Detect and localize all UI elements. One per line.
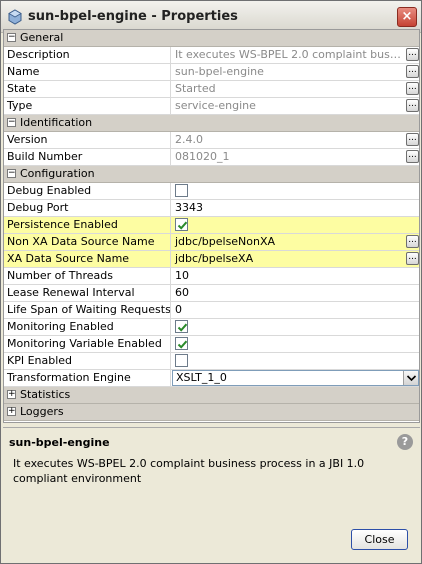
collapse-icon[interactable]: − — [7, 169, 16, 178]
close-button[interactable]: Close — [351, 529, 408, 550]
category-statistics[interactable]: + Statistics — [4, 387, 419, 404]
category-label: Statistics — [20, 388, 71, 401]
property-value[interactable]: jdbc/bpelseXA — [172, 251, 419, 267]
property-value: Started — [175, 82, 216, 95]
category-label: General — [20, 31, 64, 44]
category-label: Loggers — [20, 405, 64, 418]
property-row-transformation-engine[interactable]: Transformation Engine XSLT_1_0 — [4, 370, 419, 387]
properties-window: sun-bpel-engine - Properties × − General… — [0, 0, 422, 564]
property-name: Persistence Enabled — [4, 217, 171, 233]
property-name: Type — [4, 98, 171, 114]
check-icon — [177, 221, 188, 230]
property-value: 2.4.0 — [175, 133, 203, 146]
property-value: It executes WS-BPEL 2.0 complaint busine… — [175, 48, 401, 61]
monitoring-enabled-checkbox[interactable] — [175, 320, 188, 333]
property-row-non-xa-data-source[interactable]: Non XA Data Source Name jdbc/bpelseNonXA… — [4, 234, 419, 251]
property-name: Monitoring Enabled — [4, 319, 171, 335]
property-name: Non XA Data Source Name — [4, 234, 171, 250]
ellipsis-button[interactable]: ... — [406, 48, 419, 61]
property-row-build-number[interactable]: Build Number 081020_1 ... — [4, 149, 419, 166]
category-label: Configuration — [20, 167, 95, 180]
ellipsis-button[interactable]: ... — [406, 82, 419, 95]
ellipsis-button[interactable]: ... — [406, 235, 419, 248]
property-name: Transformation Engine — [4, 370, 171, 386]
property-value[interactable]: 60 — [172, 285, 419, 301]
property-name: Build Number — [4, 149, 171, 165]
help-icon[interactable]: ? — [397, 434, 413, 450]
property-value[interactable]: 10 — [172, 268, 419, 284]
property-row-debug-port[interactable]: Debug Port 3343 — [4, 200, 419, 217]
ellipsis-button[interactable]: ... — [406, 99, 419, 112]
persistence-enabled-checkbox[interactable] — [175, 218, 188, 231]
description-title: sun-bpel-engine — [9, 436, 110, 449]
window-close-button[interactable]: × — [397, 7, 417, 27]
property-name: Life Span of Waiting Requests — [4, 302, 171, 318]
property-name: Lease Renewal Interval — [4, 285, 171, 301]
property-name: Debug Port — [4, 200, 171, 216]
ellipsis-button[interactable]: ... — [406, 133, 419, 146]
kpi-enabled-checkbox[interactable] — [175, 354, 188, 367]
category-identification[interactable]: − Identification — [4, 115, 419, 132]
property-row-persistence-enabled[interactable]: Persistence Enabled — [4, 217, 419, 234]
property-value[interactable]: 0 — [172, 302, 419, 318]
property-row-type[interactable]: Type service-engine ... — [4, 98, 419, 115]
property-value: 081020_1 — [175, 150, 230, 163]
collapse-icon[interactable]: − — [7, 118, 16, 127]
property-row-monitoring-variable-enabled[interactable]: Monitoring Variable Enabled — [4, 336, 419, 353]
ellipsis-button[interactable]: ... — [406, 65, 419, 78]
check-icon — [177, 323, 188, 332]
property-row-version[interactable]: Version 2.4.0 ... — [4, 132, 419, 149]
property-name: XA Data Source Name — [4, 251, 171, 267]
debug-enabled-checkbox[interactable] — [175, 184, 188, 197]
chevron-down-icon[interactable] — [403, 371, 418, 385]
property-row-state[interactable]: State Started ... — [4, 81, 419, 98]
component-icon — [8, 9, 22, 25]
property-name: Monitoring Variable Enabled — [4, 336, 171, 352]
property-name: KPI Enabled — [4, 353, 171, 369]
property-row-monitoring-enabled[interactable]: Monitoring Enabled — [4, 319, 419, 336]
category-label: Identification — [20, 116, 93, 129]
expand-icon[interactable]: + — [7, 390, 16, 399]
description-text: It executes WS-BPEL 2.0 complaint busine… — [13, 457, 365, 485]
ellipsis-button[interactable]: ... — [406, 150, 419, 163]
property-row-description[interactable]: Description It executes WS-BPEL 2.0 comp… — [4, 47, 419, 64]
window-title: sun-bpel-engine - Properties — [28, 9, 238, 24]
category-general[interactable]: − General — [4, 30, 419, 47]
category-loggers[interactable]: + Loggers — [4, 404, 419, 421]
expand-icon[interactable]: + — [7, 407, 16, 416]
check-icon — [177, 340, 188, 349]
property-name: Name — [4, 64, 171, 80]
property-row-life-span[interactable]: Life Span of Waiting Requests 0 — [4, 302, 419, 319]
property-row-number-of-threads[interactable]: Number of Threads 10 — [4, 268, 419, 285]
description-panel: sun-bpel-engine ? It executes WS-BPEL 2.… — [3, 427, 420, 561]
property-row-kpi-enabled[interactable]: KPI Enabled — [4, 353, 419, 370]
property-name: Version — [4, 132, 171, 148]
category-configuration[interactable]: − Configuration — [4, 166, 419, 183]
property-value[interactable]: 3343 — [172, 200, 419, 216]
property-name: Description — [4, 47, 171, 63]
property-name: Number of Threads — [4, 268, 171, 284]
property-row-lease-renewal[interactable]: Lease Renewal Interval 60 — [4, 285, 419, 302]
property-name: Debug Enabled — [4, 183, 171, 199]
property-value: service-engine — [175, 99, 256, 112]
ellipsis-button[interactable]: ... — [406, 252, 419, 265]
property-row-debug-enabled[interactable]: Debug Enabled — [4, 183, 419, 200]
close-icon: × — [401, 9, 413, 24]
property-row-xa-data-source[interactable]: XA Data Source Name jdbc/bpelseXA ... — [4, 251, 419, 268]
property-sheet: − General Description It executes WS-BPE… — [3, 29, 420, 423]
property-value: sun-bpel-engine — [175, 65, 264, 78]
transformation-engine-select[interactable]: XSLT_1_0 — [172, 370, 419, 386]
property-row-name[interactable]: Name sun-bpel-engine ... — [4, 64, 419, 81]
property-value[interactable]: jdbc/bpelseNonXA — [172, 234, 419, 250]
property-name: State — [4, 81, 171, 97]
select-value: XSLT_1_0 — [176, 371, 227, 384]
monitoring-variable-checkbox[interactable] — [175, 337, 188, 350]
collapse-icon[interactable]: − — [7, 33, 16, 42]
